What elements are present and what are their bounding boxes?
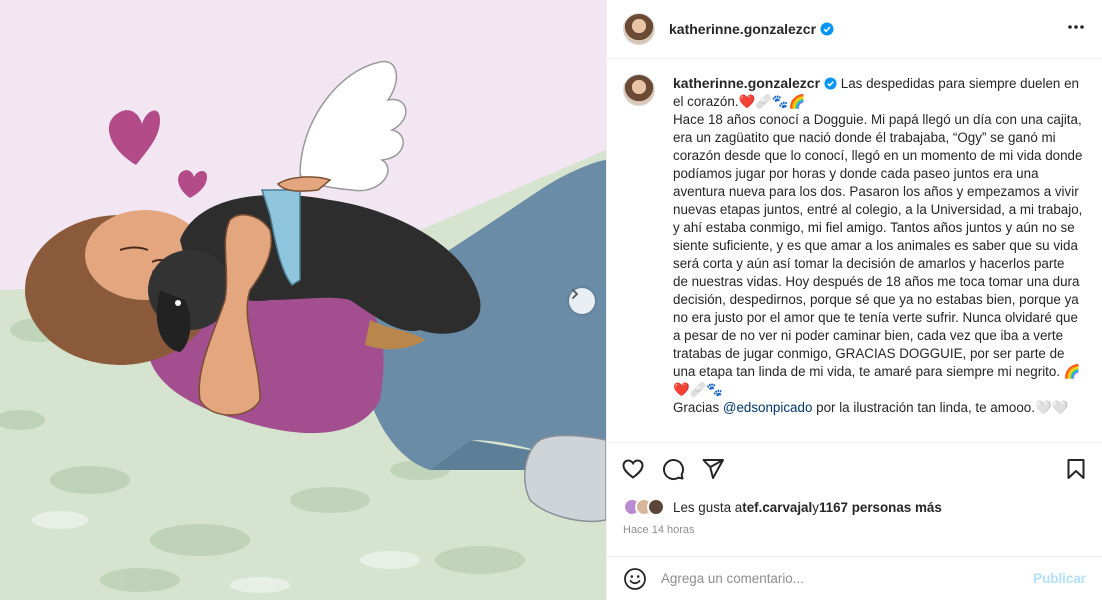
verified-badge-icon [824, 77, 837, 90]
more-options-icon [1068, 24, 1084, 29]
likes-prefix: Les gusta a [673, 499, 743, 515]
more-options-button[interactable] [1066, 17, 1086, 42]
likes-others-link[interactable]: 1167 personas más [819, 500, 942, 515]
action-bar [607, 442, 1102, 494]
chevron-right-icon [572, 289, 579, 299]
emoji-icon [624, 567, 646, 590]
liker-username[interactable]: tef.carvajal [742, 500, 812, 515]
caption-comment: katherinne.gonzalezcr Las despedidas par… [623, 74, 1086, 417]
comment-input[interactable] [661, 571, 1034, 586]
comments-section: katherinne.gonzalezcr Las despedidas par… [607, 60, 1102, 442]
avatar[interactable] [623, 13, 655, 45]
caption-paragraph: Hace 18 años conocí a Dogguie. Mi papá l… [673, 112, 1083, 397]
verified-badge-icon [820, 22, 834, 36]
thanks-prefix: Gracias [673, 400, 723, 415]
caption-text: katherinne.gonzalezcr Las despedidas par… [673, 74, 1083, 417]
send-icon [702, 458, 724, 479]
like-button[interactable] [621, 457, 645, 481]
liker-avatars [623, 498, 665, 516]
bookmark-icon [1067, 458, 1085, 479]
share-button[interactable] [701, 457, 725, 481]
emoji-button[interactable] [623, 567, 647, 591]
save-button[interactable] [1064, 457, 1088, 481]
next-image-button[interactable] [569, 288, 595, 314]
thanks-suffix: por la ilustración tan linda, te amooo.🤍… [812, 400, 1069, 415]
comment-icon [663, 458, 685, 480]
add-comment-bar: Publicar [607, 556, 1102, 600]
post-side-panel: katherinne.gonzalezcr katherinne.gonzale… [606, 0, 1102, 600]
author-username[interactable]: katherinne.gonzalezcr [669, 21, 816, 37]
caption-username[interactable]: katherinne.gonzalezcr [673, 75, 820, 91]
likes-middle: y [812, 499, 819, 515]
post-timestamp[interactable]: Hace 14 horas [623, 524, 695, 536]
caption-thanks: Gracias @edsonpicado por la ilustración … [673, 399, 1083, 417]
post-header: katherinne.gonzalezcr [607, 0, 1102, 59]
avatar[interactable] [623, 74, 655, 106]
illustration-dog-farewell [0, 60, 606, 600]
mention-link[interactable]: @edsonpicado [723, 400, 813, 415]
comment-button[interactable] [661, 457, 685, 481]
publish-button[interactable]: Publicar [1033, 571, 1086, 586]
avatar [647, 498, 665, 516]
post-image[interactable] [0, 0, 606, 600]
likes-summary: Les gusta a tef.carvajal y 1167 personas… [623, 496, 1086, 518]
heart-icon [622, 458, 644, 479]
